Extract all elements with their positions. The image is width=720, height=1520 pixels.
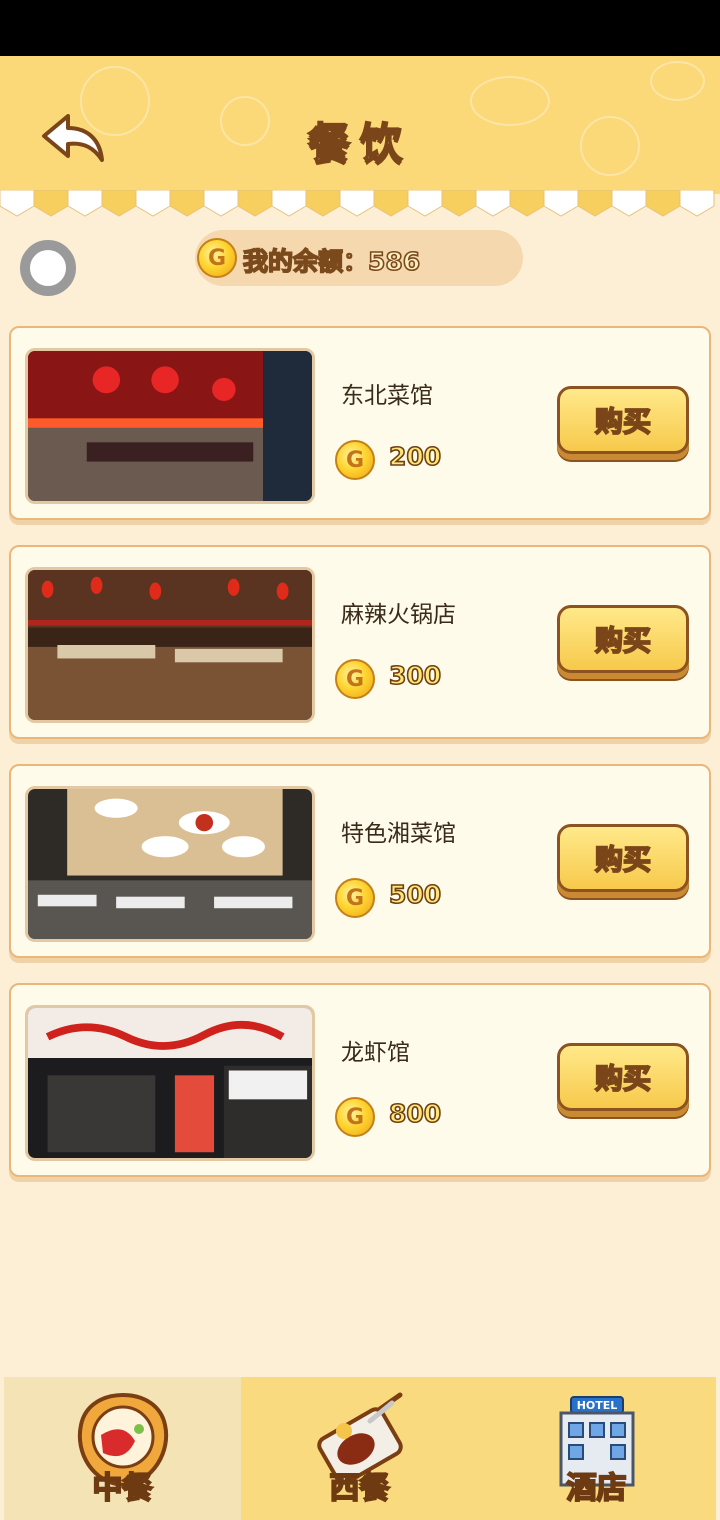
restaurant-card: 龙虾馆 G 800 购买 <box>9 983 711 1177</box>
tab-chinese-food[interactable]: 中餐 <box>4 1377 241 1520</box>
coin-icon: G <box>335 659 375 699</box>
bunting-flag <box>475 190 511 217</box>
tab-hotel[interactable]: HOTEL 酒店 <box>478 1377 715 1520</box>
restaurant-image <box>25 1005 315 1161</box>
bunting-flag <box>169 190 205 217</box>
balance-text: 我的余额：586 <box>242 246 421 277</box>
coin-icon: G <box>335 1097 375 1137</box>
tab-label: 中餐 <box>92 1470 154 1507</box>
restaurant-price: 500 <box>388 879 442 910</box>
bunting-flag <box>441 190 477 217</box>
bunting-flag <box>543 190 579 217</box>
restaurant-price: 200 <box>388 441 442 472</box>
bunting-flag <box>67 190 103 217</box>
status-bar <box>0 0 720 56</box>
restaurant-image <box>25 348 315 504</box>
buy-button[interactable]: 购买 <box>557 386 689 454</box>
hunan-restaurant-photo <box>28 789 312 939</box>
bunting-flag <box>679 190 715 217</box>
restaurant-card: 东北菜馆 G 200 购买 <box>9 326 711 520</box>
hotpot-restaurant-photo <box>28 570 312 720</box>
bunting-flag <box>611 190 647 217</box>
restaurant-name: 东北菜馆 <box>341 383 433 409</box>
buy-button[interactable]: 购买 <box>557 824 689 892</box>
bunting-flag <box>33 190 69 217</box>
bunting-flag <box>0 190 35 217</box>
bunting-flag <box>101 190 137 217</box>
header: 餐饮 <box>0 56 720 190</box>
restaurant-price: 300 <box>388 660 442 691</box>
crayfish-restaurant-photo <box>28 1008 312 1158</box>
buy-button[interactable]: 购买 <box>557 1043 689 1111</box>
bottom-nav: 中餐 西餐 HOTEL 酒店 <box>4 1377 716 1520</box>
page-title: 餐饮 <box>307 118 412 169</box>
restaurant-image <box>25 567 315 723</box>
bunting-flag <box>271 190 307 217</box>
restaurant-name: 龙虾馆 <box>341 1040 410 1066</box>
restaurant-price: 800 <box>388 1098 442 1129</box>
bunting-divider <box>0 190 720 217</box>
bunting-flag <box>339 190 375 217</box>
restaurant-card: 特色湘菜馆 G 500 购买 <box>9 764 711 958</box>
restaurant-image <box>25 786 315 942</box>
bunting-flag <box>577 190 613 217</box>
buy-button[interactable]: 购买 <box>557 605 689 673</box>
tab-label: 酒店 <box>566 1470 628 1507</box>
balance-display: G 我的余额：586 <box>195 230 523 286</box>
bunting-flag <box>407 190 443 217</box>
bunting-flag <box>237 190 273 217</box>
tab-western-food[interactable]: 西餐 <box>241 1377 478 1520</box>
hotel-sign-text: HOTEL <box>576 1399 617 1412</box>
restaurant-name: 特色湘菜馆 <box>341 821 456 847</box>
bunting-flag <box>509 190 545 217</box>
coin-icon: G <box>335 878 375 918</box>
northeast-restaurant-photo <box>28 351 312 501</box>
coin-icon: G <box>197 238 237 278</box>
bunting-flag <box>305 190 341 217</box>
tab-label: 西餐 <box>329 1470 391 1507</box>
header-doodle <box>650 61 705 101</box>
toggle-radio[interactable] <box>20 240 76 296</box>
bunting-flag <box>373 190 409 217</box>
bunting-flag <box>135 190 171 217</box>
restaurant-card: 麻辣火锅店 G 300 购买 <box>9 545 711 739</box>
restaurant-name: 麻辣火锅店 <box>341 602 456 628</box>
coin-icon: G <box>335 440 375 480</box>
bunting-flag <box>645 190 681 217</box>
bunting-flag <box>203 190 239 217</box>
